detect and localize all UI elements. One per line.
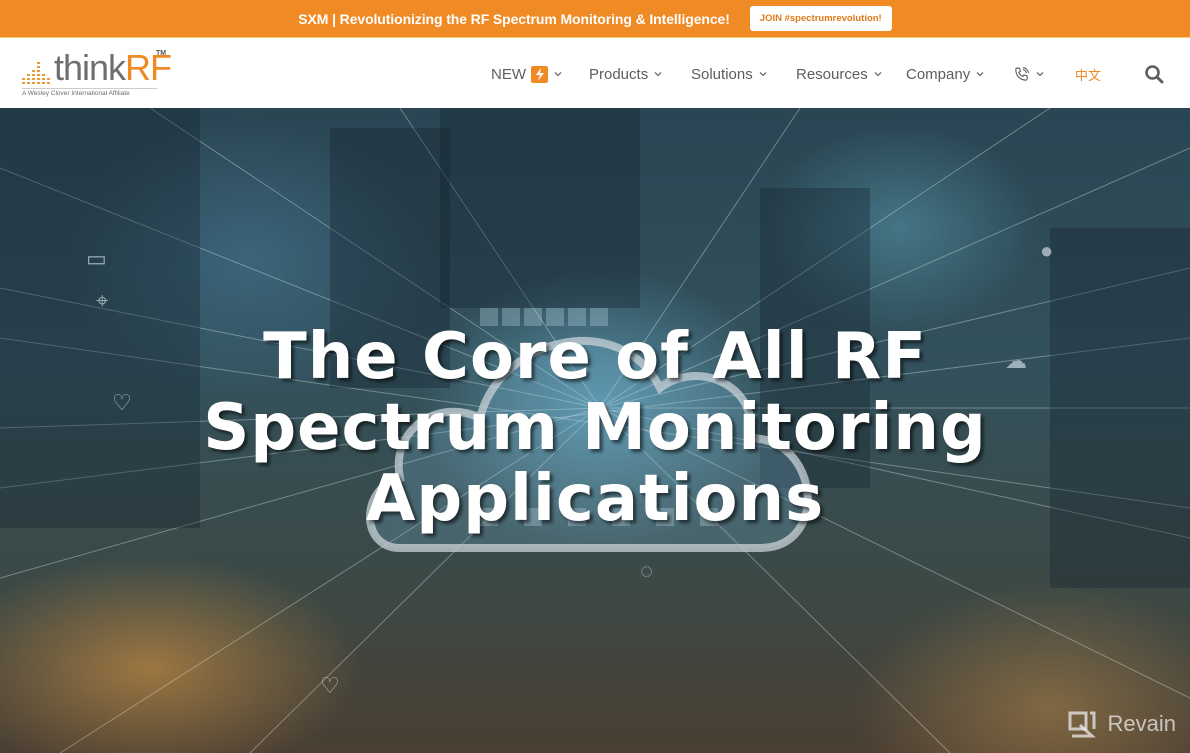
hero-banner: ▭ ♡ ⌖ ● ◌ ♡ ☁ The Core of All RF Spectru… [0,108,1190,753]
nav-label: Solutions [691,65,753,83]
logo-wordmark: thinkRF [54,47,172,88]
announcement-text: SXM | Revolutionizing the RF Spectrum Mo… [298,10,730,27]
revain-label: Revain [1107,711,1176,736]
nav-item-resources[interactable]: Resources [796,63,883,85]
hero-title: The Core of All RF Spectrum Monitoring A… [0,322,1190,535]
nav-label: NEW [491,65,526,83]
chevron-down-icon [554,72,562,77]
nav-item-company[interactable]: Company [906,63,985,85]
nav-label: Resources [796,65,868,83]
site-header: thinkRF TM A Wesley Clover International… [0,38,1190,108]
announcement-bar: SXM | Revolutionizing the RF Spectrum Mo… [0,0,1190,38]
join-spectrum-revolution-button[interactable]: JOIN #spectrumrevolution! [749,6,892,31]
user-icon: ● [1040,238,1054,263]
chevron-down-icon [1036,72,1044,77]
trademark-symbol: TM [156,50,167,57]
lightning-bolt-icon [531,65,548,83]
location-pin-icon: ⌖ [96,288,109,313]
logo-divider [22,88,157,89]
revain-logo-icon [1068,711,1096,738]
revain-watermark: Revain [1066,709,1176,739]
chat-bubble-icon: ◌ [640,558,654,583]
search-icon [1145,65,1164,84]
chevron-down-icon [976,72,984,77]
nav-label: Products [589,65,649,83]
phone-icon [1015,66,1030,81]
hero-title-line-3: Applications [365,462,825,536]
search-button[interactable] [1144,63,1164,85]
laptop-icon: ▭ [86,246,107,271]
nav-item-products[interactable]: Products [589,63,663,85]
chevron-down-icon [759,72,767,77]
nav-item-new[interactable]: NEW [491,63,563,85]
thinkrf-logo[interactable]: thinkRF TM A Wesley Clover International… [22,48,172,98]
nav-item-solutions[interactable]: Solutions [691,63,768,85]
logo-spectrum-bars-icon [22,62,52,84]
hero-title-line-2: Spectrum Monitoring [203,391,987,465]
chevron-down-icon [654,72,662,77]
logo-think: think [54,47,126,88]
logo-tagline: A Wesley Clover International Affiliate [22,90,130,97]
heart-icon: ♡ [320,673,340,698]
hero-title-line-1: The Core of All RF [263,320,927,394]
nav-item-contact-phone[interactable] [1013,63,1045,85]
chevron-down-icon [874,72,882,77]
nav-label: Company [906,65,971,83]
language-switch-chinese[interactable]: 中文 [1075,63,1101,85]
